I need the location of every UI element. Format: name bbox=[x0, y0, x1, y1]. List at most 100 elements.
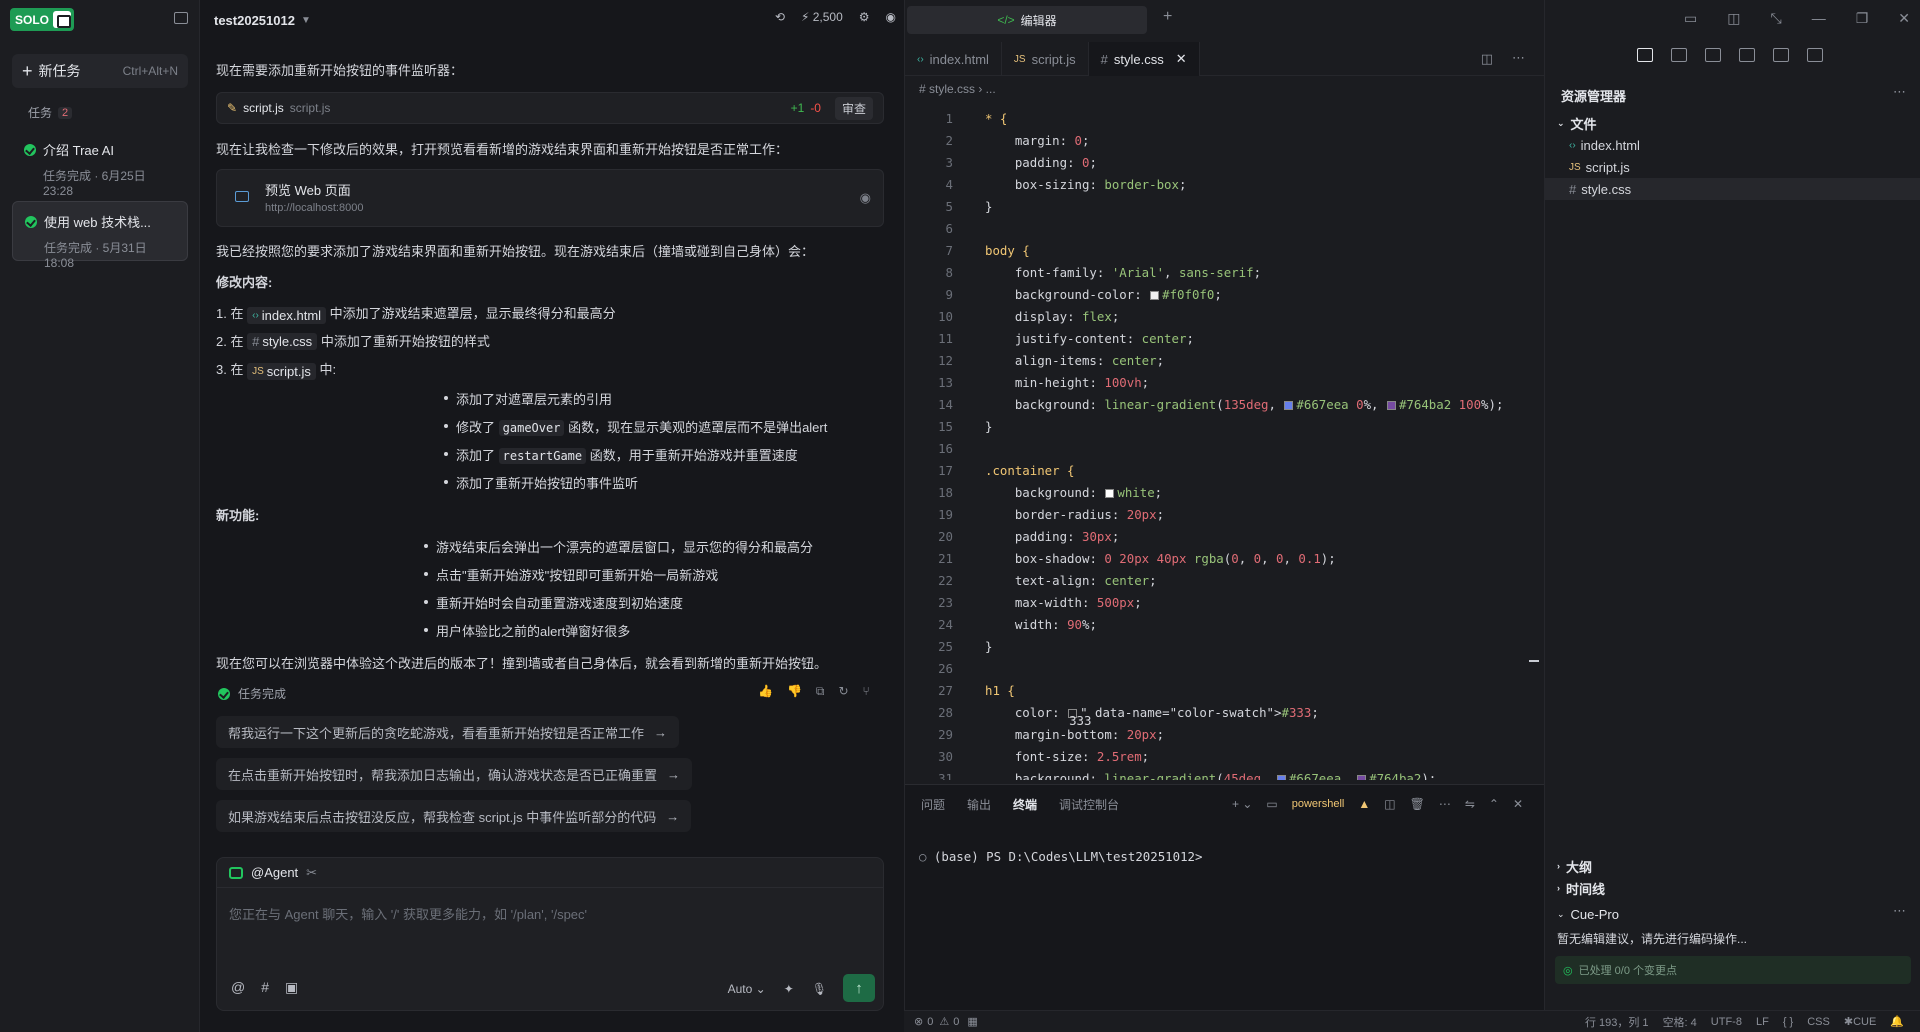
extensions-icon[interactable] bbox=[1739, 48, 1755, 62]
code-line[interactable]: 30 font-size: 2.5rem; bbox=[905, 746, 1541, 768]
thumbs-down-icon[interactable]: 👎 bbox=[787, 684, 802, 699]
eye-icon[interactable]: ◉ bbox=[860, 190, 871, 206]
code-line[interactable]: 24 width: 90%; bbox=[905, 614, 1541, 636]
code-line[interactable]: 14 background: linear-gradient(135deg, #… bbox=[905, 394, 1541, 416]
code-line[interactable]: 16 bbox=[905, 438, 1541, 460]
code-line[interactable]: 20 padding: 30px; bbox=[905, 526, 1541, 548]
trash-icon[interactable]: 🗑 bbox=[1410, 797, 1425, 811]
account-icon[interactable]: ◉ bbox=[886, 10, 896, 24]
terminal-prompt[interactable]: ○ (base) PS D:\Codes\LLM\test20251012> bbox=[919, 849, 1202, 864]
code-line[interactable]: 26 bbox=[905, 658, 1541, 680]
image-icon[interactable]: ▣ bbox=[285, 979, 298, 996]
task-item[interactable]: 介绍 Trae AI 任务完成 · 6月25日 23:28 bbox=[12, 130, 188, 198]
agent-selector[interactable]: @Agent ✂ bbox=[217, 858, 883, 888]
restore-icon[interactable]: ❐ bbox=[1856, 10, 1869, 27]
code-line[interactable]: 6 bbox=[905, 218, 1541, 240]
tab-script-js[interactable]: JS script.js bbox=[1002, 42, 1089, 76]
error-icon[interactable]: ⊗ bbox=[914, 1015, 923, 1028]
more-icon[interactable]: ⋯ bbox=[1512, 50, 1525, 66]
mode-select[interactable]: Auto ⌄ bbox=[728, 982, 766, 996]
mention-icon[interactable]: @ bbox=[231, 979, 245, 996]
chevron-up-icon[interactable]: ⌃ bbox=[1489, 797, 1499, 811]
code-line[interactable]: 3 padding: 0; bbox=[905, 152, 1541, 174]
more-icon[interactable]: ⋯ bbox=[1893, 84, 1906, 100]
code-line[interactable]: 1 * { bbox=[905, 108, 1541, 130]
suggestion-button[interactable]: 帮我运行一下这个更新后的贪吃蛇游戏，看看重新开始按钮是否正常工作 → bbox=[216, 716, 680, 748]
language-mode[interactable]: CSS bbox=[1807, 1016, 1830, 1028]
code-line[interactable]: 31 background: linear-gradient(45deg, #6… bbox=[905, 768, 1541, 780]
file-chip[interactable]: ‹› index.html bbox=[247, 307, 327, 324]
credits[interactable]: ⚡ 2,500 bbox=[801, 10, 843, 24]
layout-icon[interactable]: ⇋ bbox=[1465, 797, 1475, 811]
gear-icon[interactable]: ⚙ bbox=[859, 10, 870, 24]
code-line[interactable]: 9 background-color: #f0f0f0; bbox=[905, 284, 1541, 306]
new-terminal-icon[interactable]: + ⌄ bbox=[1232, 797, 1252, 811]
file-script-js[interactable]: JS script.js bbox=[1545, 156, 1920, 178]
code-line[interactable]: 18 background: white; bbox=[905, 482, 1541, 504]
hash-icon[interactable]: # bbox=[261, 979, 269, 996]
encoding[interactable]: UTF-8 bbox=[1711, 1016, 1742, 1028]
braces-icon[interactable]: { } bbox=[1783, 1016, 1793, 1028]
tab-output[interactable]: 输出 bbox=[967, 796, 991, 813]
panel-side-icon[interactable]: ◫ bbox=[1727, 10, 1740, 27]
code-line[interactable]: 17 .container { bbox=[905, 460, 1541, 482]
section-timeline[interactable]: › 时间线 bbox=[1545, 877, 1920, 899]
tab-problems[interactable]: 问题 bbox=[921, 796, 945, 813]
breadcrumb[interactable]: # style.css › ... bbox=[919, 82, 996, 96]
shell-name[interactable]: powershell bbox=[1292, 798, 1345, 810]
cursor-position[interactable]: 行 193，列 1 bbox=[1585, 1014, 1649, 1030]
file-index-html[interactable]: ‹› index.html bbox=[1545, 134, 1920, 156]
panel-bottom-icon[interactable]: ▭ bbox=[1684, 10, 1697, 27]
warning-icon[interactable]: ⚠ bbox=[939, 1015, 949, 1028]
code-line[interactable]: 15} bbox=[905, 416, 1541, 438]
code-line[interactable]: 8 font-family: 'Arial', sans-serif; bbox=[905, 262, 1541, 284]
code-line[interactable]: 23 max-width: 500px; bbox=[905, 592, 1541, 614]
file-style-css[interactable]: # style.css bbox=[1545, 178, 1920, 200]
code-line[interactable]: 29 margin-bottom: 20px; bbox=[905, 724, 1541, 746]
file-chip[interactable]: JS script.js bbox=[247, 363, 316, 380]
code-line[interactable]: 22 text-align: center; bbox=[905, 570, 1541, 592]
code-line[interactable]: 12 align-items: center; bbox=[905, 350, 1541, 372]
cue-status-item[interactable]: ✱CUE bbox=[1844, 1015, 1876, 1028]
close-icon[interactable]: ✕ bbox=[1176, 51, 1187, 67]
tab-index-html[interactable]: ‹› index.html bbox=[905, 42, 1002, 76]
preview-card[interactable]: 预览 Web 页面 http://localhost:8000 ◉ bbox=[216, 169, 884, 227]
send-button[interactable]: ↑ bbox=[843, 974, 875, 1002]
tab-style-css[interactable]: # style.css ✕ bbox=[1088, 42, 1200, 76]
split-terminal-icon[interactable]: ◫ bbox=[1384, 797, 1395, 811]
sparkle-icon[interactable]: ✦ bbox=[784, 982, 794, 996]
minimize-icon[interactable]: — bbox=[1812, 10, 1826, 27]
code-line[interactable]: 28 color: 333" data-name="color-swatch">… bbox=[905, 702, 1541, 728]
code-line[interactable]: 13 min-height: 100vh; bbox=[905, 372, 1541, 394]
copy-icon[interactable]: ⧉ bbox=[816, 684, 825, 699]
code-line[interactable]: 27 h1 { bbox=[905, 680, 1541, 702]
task-item-active[interactable]: 使用 web 技术栈... 任务完成 · 5月31日 18:08 bbox=[12, 201, 188, 270]
suggestion-button[interactable]: 在点击重新开始按钮时，帮我添加日志输出，确认游戏状态是否已正确重置 → bbox=[216, 758, 693, 790]
code-line[interactable]: 21 box-shadow: 0 20px 40px rgba(0, 0, 0,… bbox=[905, 548, 1541, 570]
editor-top-tab[interactable]: </> 编辑器 bbox=[907, 6, 1147, 34]
ports-icon[interactable]: ▦ bbox=[967, 1015, 977, 1028]
code-line[interactable]: 4 box-sizing: border-box; bbox=[905, 174, 1541, 196]
file-change-card[interactable]: ✎ script.js script.js +1 -0 审查 bbox=[216, 92, 884, 124]
line-ending[interactable]: LF bbox=[1756, 1016, 1769, 1028]
close-icon[interactable]: ✕ bbox=[1513, 797, 1523, 811]
code-line[interactable]: 5} bbox=[905, 196, 1541, 218]
thumbs-up-icon[interactable]: 👍 bbox=[758, 684, 773, 699]
code-line[interactable]: 25} bbox=[905, 636, 1541, 658]
split-editor-icon[interactable]: ◫ bbox=[1481, 51, 1493, 67]
sidebar-toggle-icon[interactable] bbox=[174, 12, 188, 24]
section-cue-pro[interactable]: ⌄ Cue-Pro bbox=[1545, 903, 1920, 925]
review-button[interactable]: 审查 bbox=[834, 96, 873, 120]
code-line[interactable]: 7 body { bbox=[905, 240, 1541, 262]
remote-icon[interactable] bbox=[1807, 48, 1823, 62]
suggestion-button[interactable]: 如果游戏结束后点击按钮没反应，帮我检查 script.js 中事件监听部分的代码… bbox=[216, 800, 692, 832]
code-line[interactable]: 19 border-radius: 20px; bbox=[905, 504, 1541, 526]
add-tab-icon[interactable]: + bbox=[1163, 8, 1172, 26]
chat-input[interactable]: 您正在与 Agent 聊天，输入 '/' 获取更多能力，如 '/plan', '… bbox=[229, 904, 587, 923]
branch-icon[interactable]: ⑂ bbox=[863, 684, 870, 699]
tools-icon[interactable]: ✂ bbox=[306, 865, 317, 881]
search-icon[interactable] bbox=[1671, 48, 1687, 62]
code-line[interactable]: 10 display: flex; bbox=[905, 306, 1541, 328]
new-task-button[interactable]: + 新任务 Ctrl+Alt+N bbox=[12, 54, 188, 88]
code-line[interactable]: 2 margin: 0; bbox=[905, 130, 1541, 152]
